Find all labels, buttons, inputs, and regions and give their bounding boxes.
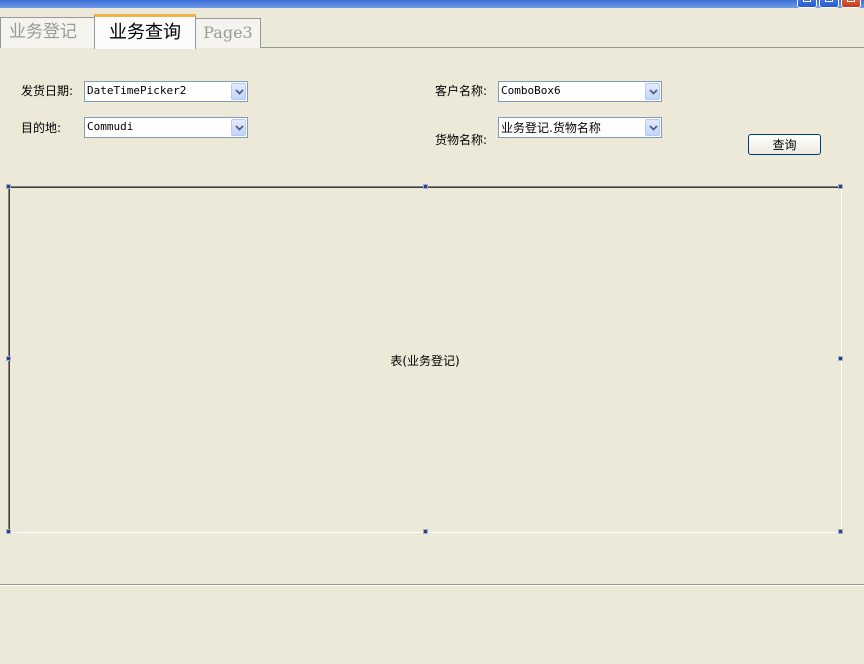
ship-date-picker[interactable]: DateTimePicker2 [84, 81, 248, 102]
window-title-bar [0, 0, 864, 8]
dropdown-arrow-button[interactable] [645, 83, 660, 100]
chevron-down-icon [649, 125, 658, 131]
minimize-button[interactable] [797, 0, 817, 8]
dropdown-arrow-button[interactable] [645, 119, 660, 136]
resize-handle-left[interactable] [6, 356, 11, 361]
destination-value: Commudi [87, 120, 134, 133]
resize-handle-top[interactable] [423, 184, 428, 189]
goods-name-combobox[interactable]: 业务登记.货物名称 [498, 117, 662, 138]
destination-combobox[interactable]: Commudi [84, 117, 248, 138]
customer-name-label: 客户名称: [435, 84, 488, 98]
chevron-down-icon [235, 125, 244, 131]
data-grid[interactable]: 表(业务登记) [8, 186, 842, 533]
resize-handle-top-right[interactable] [838, 184, 843, 189]
dropdown-arrow-button[interactable] [231, 119, 246, 136]
tab-business-query[interactable]: 业务查询 [94, 14, 196, 49]
customer-name-combobox[interactable]: ComboBox6 [498, 81, 662, 102]
maximize-button[interactable] [819, 0, 839, 8]
tab-business-register[interactable]: 业务登记 [0, 17, 95, 48]
goods-name-label: 货物名称: [435, 133, 488, 147]
resize-handle-bottom-left[interactable] [6, 529, 11, 534]
chevron-down-icon [649, 89, 658, 95]
ship-date-label: 发货日期: [21, 84, 74, 98]
resize-handle-top-left[interactable] [6, 184, 11, 189]
query-button[interactable]: 查询 [748, 134, 821, 155]
resize-handle-bottom[interactable] [423, 529, 428, 534]
customer-name-value: ComboBox6 [501, 84, 561, 97]
goods-name-value: 业务登记.货物名称 [501, 121, 601, 135]
resize-handle-bottom-right[interactable] [838, 529, 843, 534]
destination-label: 目的地: [21, 121, 62, 135]
close-icon [847, 0, 855, 2]
resize-handle-right[interactable] [838, 356, 843, 361]
status-divider-highlight [0, 585, 864, 586]
grid-caption: 表(业务登记) [390, 354, 460, 368]
tab-page3[interactable]: Page3 [195, 18, 261, 48]
close-button[interactable] [841, 0, 861, 8]
minimize-icon [803, 0, 811, 2]
chevron-down-icon [235, 89, 244, 95]
dropdown-arrow-button[interactable] [231, 83, 246, 100]
maximize-icon [825, 0, 833, 2]
ship-date-value: DateTimePicker2 [87, 84, 187, 97]
